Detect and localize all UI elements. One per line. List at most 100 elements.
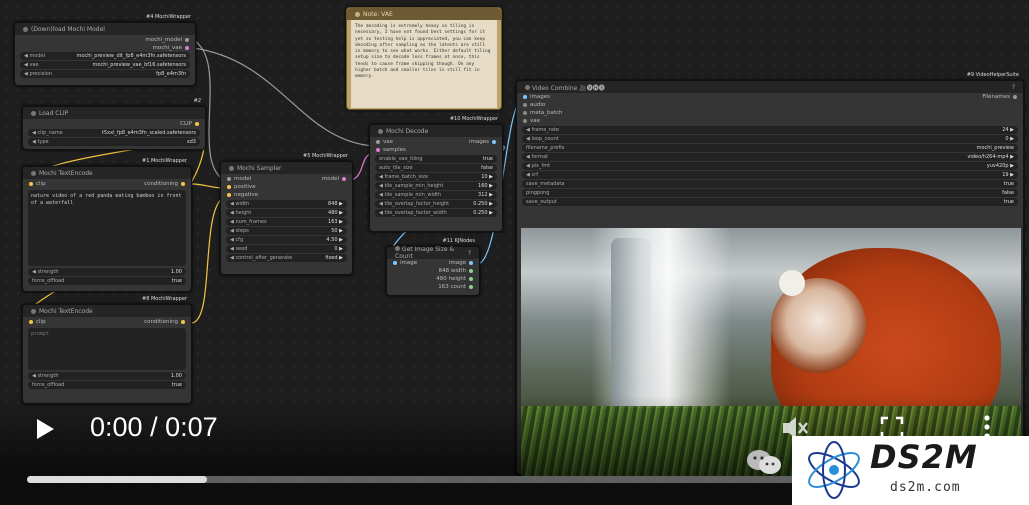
node-load-clip[interactable]: #2 Load CLIP CLIP ◀ clip_name t5xxl_fp8_e… [22,98,206,150]
widget-force-offload[interactable]: force_offload true [28,381,186,389]
widget-loop-count[interactable]: ◀ loop_count 0 ▶ [522,135,1018,143]
widget-save-metadata[interactable]: save_metadata true [522,180,1018,188]
wechat-icon[interactable] [745,448,783,476]
node-title[interactable]: Mochi TextEncode [23,305,191,317]
widget-strength[interactable]: ◀ strength 1.00 [28,372,186,380]
node-get-image-size[interactable]: #11 KJNodes Get Image Size & Count? imag… [386,238,480,296]
input-slot[interactable]: image [393,260,417,266]
node-title[interactable]: Note: VAE [347,8,501,20]
widget-format[interactable]: ◀ format video/h264-mp4 ▶ [522,153,1018,161]
output-slot[interactable]: CLIP [23,119,205,128]
node-tag: #4 MochiWrapper [146,14,191,20]
help-badge[interactable]: ? [468,250,471,257]
widget-cfg[interactable]: ◀ cfg 4.50 ▶ [226,236,347,244]
collapse-dot-icon[interactable] [355,11,360,17]
output-slot[interactable]: 163 count [387,283,479,291]
output-slot[interactable]: 480 height [387,275,479,283]
widget-precision[interactable]: ◀ precision fp8_e4m3fn [20,70,190,78]
widget-crf[interactable]: ◀ crf 19 ▶ [522,171,1018,179]
widget-auto-tile-size[interactable]: auto_tile_size false [375,164,497,172]
node-title-text: Load CLIP [39,109,69,117]
output-slot[interactable]: conditioning [144,181,185,187]
node-title-text: Mochi Sampler [237,164,282,172]
widget-width[interactable]: ◀ width 848 ▶ [226,200,347,208]
output-slot[interactable]: images [469,139,496,145]
widget-frame-batch-size[interactable]: ◀ frame_batch_size 10 ▶ [375,173,497,181]
collapse-dot-icon[interactable] [525,84,530,90]
node-text-encode-negative[interactable]: #8 MochiWrapper Mochi TextEncode clip co… [22,296,192,404]
help-icon[interactable]: ? [1012,84,1015,91]
widget-overlap-width[interactable]: ◀ tile_overlap_factor_width 0.250 ▶ [375,209,497,217]
input-slot[interactable]: clip [29,181,46,187]
collapse-dot-icon[interactable] [31,170,36,176]
logo-url: ds2m.com [890,480,961,495]
collapse-dot-icon[interactable] [378,128,383,134]
widget-model[interactable]: ◀ model mochi_preview_dit_fp8_e4m3fn.safe… [20,52,190,60]
node-tag: #10 MochiWrapper [449,116,498,122]
output-slot[interactable]: image [449,260,473,266]
node-note-vae[interactable]: Note: VAE The decoding is extremely heav… [346,7,502,110]
collapse-dot-icon[interactable] [395,246,400,251]
input-slot[interactable]: negative [221,191,352,199]
node-title[interactable]: Mochi Decode [370,125,502,137]
widget-frame-rate[interactable]: ◀ frame_rate 24 ▶ [522,126,1018,134]
input-slot[interactable]: clip [29,319,46,325]
collapse-dot-icon[interactable] [229,165,234,171]
widget-height[interactable]: ◀ height 480 ▶ [226,209,347,217]
widget-enable-vae-tiling[interactable]: enable_vae_tiling true [375,155,497,163]
node-mochi-decode[interactable]: #10 MochiWrapper Mochi Decode vae images… [369,116,503,232]
preview-waterfall [591,228,731,408]
output-slot[interactable]: mochi_vae [15,44,195,51]
input-slot[interactable]: model [227,176,251,182]
input-slot[interactable]: positive [221,183,352,191]
node-text-encode-positive[interactable]: #1 MochiWrapper Mochi TextEncode clip co… [22,158,192,292]
widget-pix-fmt[interactable]: ◀ pix_fmt yuv420p ▶ [522,162,1018,170]
atom-logo-icon [808,441,860,499]
input-slot[interactable]: images [523,94,550,100]
collapse-dot-icon[interactable] [23,26,28,32]
widget-save-output[interactable]: save_output true [522,198,1018,206]
collapse-dot-icon[interactable] [31,110,36,116]
node-tag: #8 MochiWrapper [142,296,187,302]
node-mochi-sampler[interactable]: #5 MochiWrapper Mochi Sampler model mode… [220,153,353,275]
input-slot[interactable]: vae [517,117,1023,125]
node-title[interactable]: Mochi Sampler [221,162,352,174]
widget-force-offload[interactable]: force_offload true [28,277,186,285]
output-slot[interactable]: 848 width [387,267,479,275]
node-title[interactable]: Mochi TextEncode [23,167,191,179]
prompt-textarea[interactable]: prompt [28,328,186,370]
prompt-textarea[interactable]: nature video of a red panda eating bambo… [28,190,186,266]
widget-vae[interactable]: ◀ vae mochi_preview_vae_bf16.safetensors [20,61,190,69]
widget-num-frames[interactable]: ◀ num_frames 163 ▶ [226,218,347,226]
node-download-model[interactable]: #4 MochiWrapper (Down)load Mochi Model m… [14,14,196,86]
node-title[interactable]: Load CLIP [23,107,205,119]
widget-seed[interactable]: ◀ seed 0 ▶ [226,245,347,253]
widget-pingpong[interactable]: pingpong false [522,189,1018,197]
output-slot[interactable]: Filenames [982,94,1017,100]
output-slot[interactable]: conditioning [144,319,185,325]
node-title[interactable]: Video Combine 🎥🅥🅗🅢? [517,81,1023,93]
node-title-text: Mochi TextEncode [39,169,93,177]
widget-steps[interactable]: ◀ steps 50 ▶ [226,227,347,235]
widget-clip-name[interactable]: ◀ clip_name t5xxl_fp8_e4m3fn_scaled.safet… [28,129,200,137]
node-title[interactable]: Get Image Size & Count? [387,246,479,260]
slot-row: vae images [370,137,502,146]
widget-control-after-generate[interactable]: ◀ control_after_generate fixed ▶ [226,254,347,262]
widget-clip-type[interactable]: ◀ type sd3 [28,138,200,146]
output-slot[interactable]: model [322,176,346,182]
widget-tile-min-width[interactable]: ◀ tile_sample_min_width 312 ▶ [375,191,497,199]
preview-panda-ear [779,270,805,296]
widget-overlap-height[interactable]: ◀ tile_overlap_factor_height 0.250 ▶ [375,200,497,208]
input-slot[interactable]: audio [517,101,1023,109]
widget-tile-min-height[interactable]: ◀ tile_sample_min_height 160 ▶ [375,182,497,190]
note-text[interactable]: The decoding is extremely heavy so tilin… [351,20,497,108]
play-icon[interactable] [34,418,56,440]
input-slot[interactable]: vae [376,139,393,145]
input-slot[interactable]: samples [370,146,502,154]
output-slot[interactable]: mochi_model [15,35,195,44]
collapse-dot-icon[interactable] [31,308,36,314]
input-slot[interactable]: meta_batch [517,109,1023,117]
widget-strength[interactable]: ◀ strength 1.00 [28,268,186,276]
node-title[interactable]: (Down)load Mochi Model [15,23,195,35]
widget-filename-prefix[interactable]: filename_prefix mochi_preview [522,144,1018,152]
